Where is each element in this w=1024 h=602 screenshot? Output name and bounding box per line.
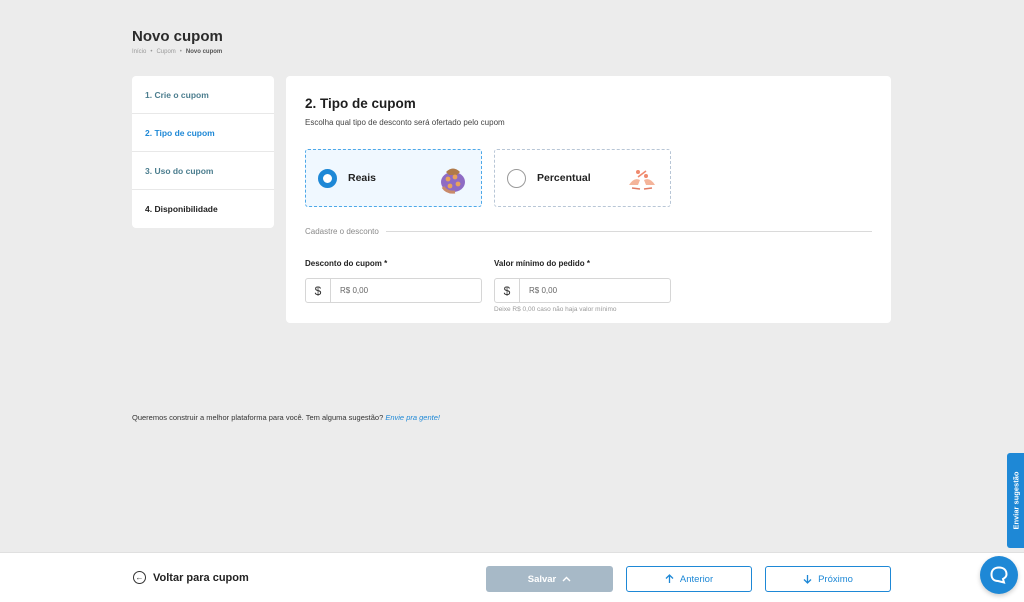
breadcrumb-cupom[interactable]: Cupom [156, 49, 175, 55]
steps-sidebar: 1. Crie o cupom 2. Tipo de cupom 3. Uso … [132, 76, 274, 228]
hands-percent-illustration-icon [629, 170, 655, 190]
breadcrumb-home[interactable]: Início [132, 49, 146, 55]
option-reais[interactable]: Reais [305, 149, 482, 207]
option-percentual[interactable]: Percentual [494, 149, 671, 207]
breadcrumb-separator: • [179, 49, 182, 55]
chat-bubble-icon [990, 566, 1008, 584]
option-reais-label: Reais [348, 172, 377, 184]
discount-label: Desconto do cupom * [305, 259, 388, 268]
arrow-left-circle-icon: ← [133, 571, 146, 584]
back-to-coupon-link[interactable]: ← Voltar para cupom [133, 571, 249, 584]
step-tipo-de-cupom[interactable]: 2. Tipo de cupom [132, 114, 274, 152]
save-button[interactable]: Salvar [486, 566, 613, 592]
step-uso-do-cupom[interactable]: 3. Uso do cupom [132, 152, 274, 190]
save-label: Salvar [527, 573, 557, 585]
bottom-action-bar: ← Voltar para cupom Salvar Anterior Próx… [0, 552, 1024, 602]
section-title: 2. Tipo de cupom [305, 96, 416, 111]
chat-button[interactable] [980, 556, 1018, 594]
page-header: Novo cupom Início • Cupom • Novo cupom [132, 28, 223, 55]
feedback-text: Queremos construir a melhor plataforma p… [132, 413, 440, 422]
discount-input[interactable] [331, 286, 471, 295]
page-title: Novo cupom [132, 28, 223, 45]
previous-button[interactable]: Anterior [626, 566, 752, 592]
feedback-link[interactable]: Envie pra gente! [385, 413, 440, 422]
min-order-hint: Deixe R$ 0,00 caso não haja valor mínimo [494, 306, 617, 313]
send-suggestion-tab[interactable]: Enviar sugestão [1007, 453, 1024, 548]
min-order-input[interactable] [520, 286, 660, 295]
breadcrumb: Início • Cupom • Novo cupom [132, 49, 223, 55]
section-subtitle: Escolha qual tipo de desconto será ofert… [305, 118, 505, 127]
back-label: Voltar para cupom [153, 571, 249, 584]
radio-selected-icon[interactable] [318, 168, 337, 188]
section-label: Cadastre o desconto [305, 227, 379, 236]
min-order-label: Valor mínimo do pedido * [494, 259, 591, 268]
chevron-up-icon [562, 576, 571, 582]
feedback-message: Queremos construir a melhor plataforma p… [132, 413, 384, 422]
previous-label: Anterior [679, 573, 714, 585]
dollar-icon: $ [306, 279, 331, 302]
option-percentual-label: Percentual [537, 172, 591, 184]
arrow-up-icon [665, 574, 674, 583]
money-bag-illustration-icon [441, 168, 465, 194]
arrow-down-icon [803, 575, 812, 584]
dollar-icon: $ [495, 279, 520, 302]
step-disponibilidade[interactable]: 4. Disponibilidade [132, 190, 274, 228]
radio-unselected-icon[interactable] [507, 168, 526, 188]
step-crie-o-cupom[interactable]: 1. Crie o cupom [132, 76, 274, 114]
breadcrumb-current: Novo cupom [185, 49, 223, 55]
min-order-field[interactable]: $ [494, 278, 671, 303]
next-button[interactable]: Próximo [765, 566, 891, 592]
discount-field[interactable]: $ [305, 278, 482, 303]
coupon-type-card: 2. Tipo de cupom Escolha qual tipo de de… [286, 76, 891, 323]
breadcrumb-separator: • [150, 49, 153, 55]
section-divider: Cadastre o desconto [305, 227, 872, 236]
send-suggestion-label: Enviar sugestão [1011, 471, 1021, 530]
next-label: Próximo [818, 573, 853, 585]
divider-line [385, 231, 872, 232]
